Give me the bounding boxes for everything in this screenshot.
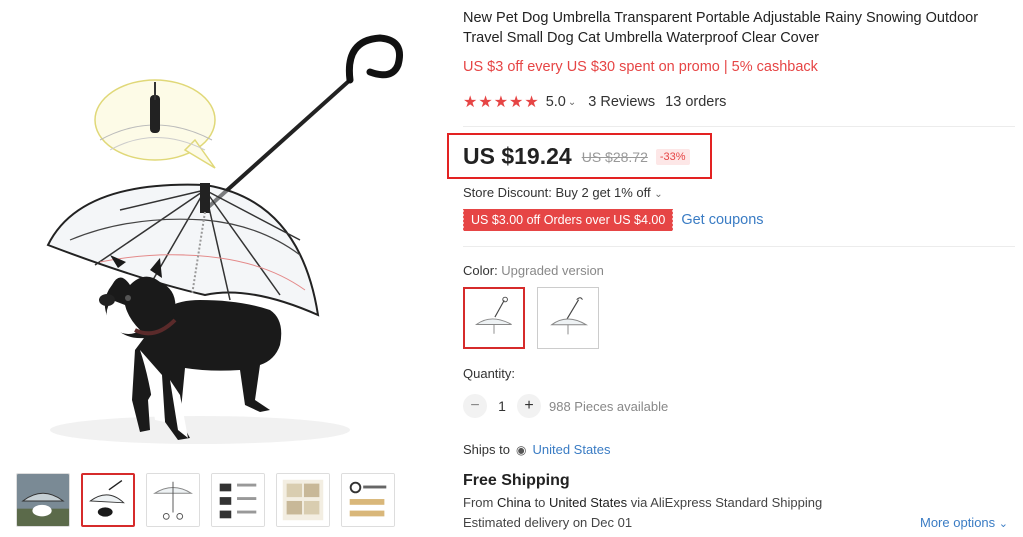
thumbnail-6[interactable]: [341, 473, 395, 527]
shipping-route: From China to United States via AliExpre…: [463, 495, 822, 510]
more-options-link[interactable]: More options ⌄: [920, 515, 1008, 530]
shipping-method-title: Free Shipping: [463, 472, 570, 489]
ships-to-label: Ships to: [463, 442, 510, 457]
thumbnail-strip: [16, 473, 395, 527]
price-row: US $19.24 US $28.72 -33%: [463, 143, 690, 170]
increase-quantity-button[interactable]: +: [517, 394, 541, 418]
chevron-down-icon: ⌄: [654, 189, 663, 200]
thumbnail-4[interactable]: [211, 473, 265, 527]
orders-count: 13 orders: [665, 94, 727, 110]
current-price: US $19.24: [463, 143, 572, 169]
thumbnail-5[interactable]: [276, 473, 330, 527]
rating-row: ★★★★★ 5.0 ⌄ 3 Reviews 13 orders: [463, 92, 726, 112]
divider: [463, 126, 1015, 127]
thumbnail-2[interactable]: [81, 473, 135, 527]
promo-text[interactable]: US $3 off every US $30 spent on promo | …: [463, 59, 818, 75]
from-country: China: [496, 495, 531, 510]
color-label: Color: Upgraded version: [463, 263, 604, 278]
thumbnail-3[interactable]: [146, 473, 200, 527]
coupon-row: US $3.00 off Orders over US $4.00 Get co…: [461, 209, 764, 231]
reviews-link[interactable]: 3 Reviews: [588, 94, 655, 110]
quantity-label: Quantity:: [463, 366, 516, 381]
discount-badge: -33%: [655, 148, 690, 165]
color-option-standard[interactable]: [537, 287, 599, 349]
location-pin-icon: ◉: [515, 442, 527, 457]
color-label-text: Color:: [463, 263, 502, 278]
coupon-tag[interactable]: US $3.00 off Orders over US $4.00: [461, 209, 674, 231]
store-discount[interactable]: Store Discount: Buy 2 get 1% off ⌄: [463, 185, 663, 200]
ships-to: Ships to ◉ United States: [463, 442, 611, 457]
color-option-upgraded[interactable]: [463, 287, 525, 349]
star-rating-icon: ★★★★★: [463, 94, 540, 111]
color-selected-value: Upgraded version: [501, 263, 604, 278]
pieces-available: 988 Pieces available: [549, 398, 669, 414]
estimated-delivery: Estimated delivery on Dec 01: [463, 515, 633, 530]
shipping-via: via AliExpress Standard Shipping: [630, 495, 823, 510]
from-prefix: From: [463, 495, 494, 510]
rating-value[interactable]: 5.0: [546, 94, 566, 110]
product-title: New Pet Dog Umbrella Transparent Portabl…: [463, 10, 979, 46]
thumbnail-1[interactable]: [16, 473, 70, 527]
quantity-stepper: − 1 + 988 Pieces available: [463, 394, 668, 418]
divider: [463, 246, 1015, 247]
chevron-down-icon[interactable]: ⌄: [568, 97, 576, 108]
quantity-input[interactable]: 1: [487, 398, 517, 414]
product-gallery: [0, 0, 440, 537]
to-country: United States: [549, 495, 628, 510]
get-coupons-link[interactable]: Get coupons: [681, 212, 763, 228]
chevron-down-icon: ⌄: [998, 518, 1008, 530]
to-word: to: [534, 495, 546, 510]
color-swatches: [463, 287, 599, 349]
original-price: US $28.72: [581, 148, 648, 165]
main-product-image[interactable]: [0, 0, 440, 460]
more-options-label: More options: [920, 515, 996, 530]
ships-to-country-link[interactable]: United States: [532, 442, 610, 457]
decrease-quantity-button[interactable]: −: [463, 394, 487, 418]
store-discount-label: Store Discount: Buy 2 get 1% off: [463, 185, 651, 200]
